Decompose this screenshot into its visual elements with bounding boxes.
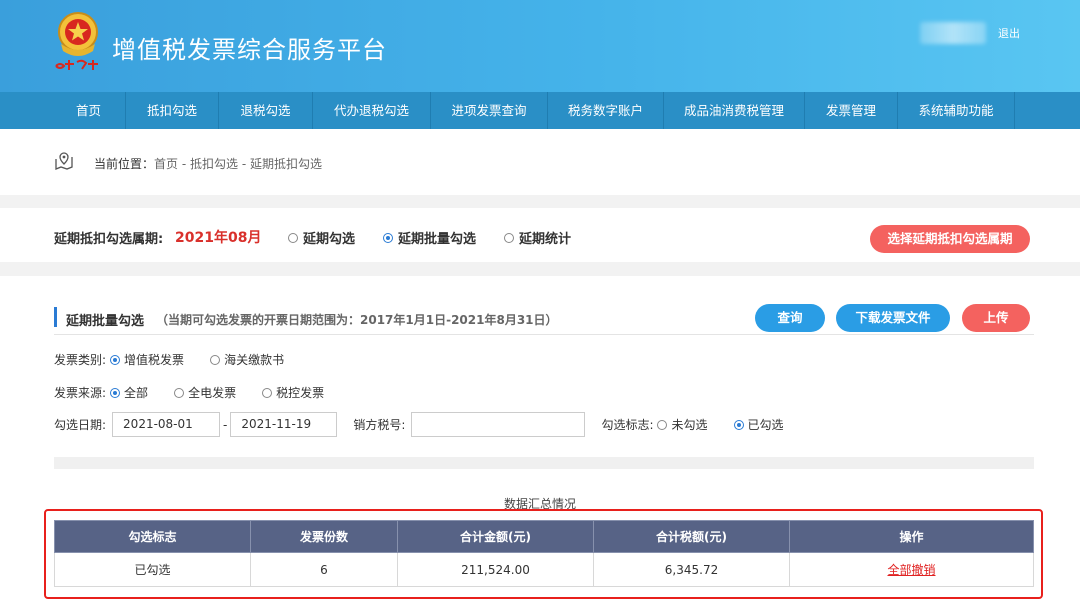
nav-item-input-invoice-query[interactable]: 进项发票查询 — [430, 92, 547, 129]
separator-band — [54, 457, 1034, 469]
radio-button[interactable] — [504, 232, 514, 243]
radio-button[interactable] — [288, 232, 298, 243]
header: 增值税发票综合服务平台 退出 — [0, 0, 1080, 92]
option-label: 海关缴款书 — [224, 353, 285, 367]
breadcrumb-home[interactable]: 首页 — [154, 157, 178, 171]
table-header-row: 勾选标志 发票份数 合计金额(元) 合计税额(元) 操作 — [54, 520, 1034, 553]
column-header: 合计金额(元) — [397, 520, 594, 553]
nav-item-system-tools[interactable]: 系统辅助功能 — [897, 92, 1015, 129]
mode-option-deferred-stats[interactable]: 延期统计 — [504, 228, 571, 247]
invoice-type-row: 发票类别: 增值税发票 海关缴款书 — [54, 351, 310, 368]
breadcrumb-prefix: 当前位置： — [94, 157, 155, 171]
period-panel: 延期抵扣勾选属期: 2021年08月 延期勾选 延期批量勾选 延期统计 选择延期… — [0, 208, 1080, 262]
cell-total-amount: 211,524.00 — [397, 552, 594, 587]
upload-button[interactable]: 上传 — [962, 304, 1030, 332]
nav-item-deduction-check[interactable]: 抵扣勾选 — [125, 92, 218, 129]
breadcrumb-current: 延期抵扣勾选 — [249, 157, 322, 171]
mode-option-deferred-check[interactable]: 延期勾选 — [288, 228, 355, 247]
invoice-source-tax-control[interactable]: 税控发票 — [262, 384, 324, 401]
radio-button-selected[interactable] — [383, 232, 393, 243]
mode-label: 延期批量勾选 — [398, 232, 477, 247]
nav-item-invoice-management[interactable]: 发票管理 — [804, 92, 897, 129]
cell-total-tax: 6,345.72 — [593, 552, 790, 587]
breadcrumb: 当前位置：首页 - 抵扣勾选 - 延期抵扣勾选 — [94, 155, 322, 172]
check-flag-label: 勾选标志: — [601, 418, 654, 432]
start-date-input[interactable]: 2021-08-01 — [112, 412, 221, 437]
nav-item-agent-refund-check[interactable]: 代办退税勾选 — [312, 92, 430, 129]
invoice-source-row: 发票来源: 全部 全电发票 税控发票 — [54, 384, 350, 401]
invoice-type-customs[interactable]: 海关缴款书 — [210, 351, 284, 368]
user-name-blurred — [920, 22, 986, 44]
period-label: 延期抵扣勾选属期: — [54, 232, 164, 247]
seller-tax-input[interactable] — [411, 412, 586, 437]
summary-table: 勾选标志 发票份数 合计金额(元) 合计税额(元) 操作 已勾选 6 211,5… — [54, 520, 1034, 587]
radio-button-selected[interactable] — [110, 387, 121, 398]
option-label: 全部 — [124, 386, 149, 400]
table-row: 已勾选 6 211,524.00 6,345.72 全部撤销 — [54, 552, 1034, 587]
batch-check-panel: 延期批量勾选 （当期可勾选发票的开票日期范围为：2017年1月1日-2021年8… — [0, 276, 1080, 606]
column-header: 操作 — [789, 520, 1034, 553]
cell-action: 全部撤销 — [789, 552, 1034, 587]
nav-item-home[interactable]: 首页 — [52, 92, 125, 129]
option-label: 已勾选 — [747, 418, 784, 432]
nav-item-oil-tax[interactable]: 成品油消费税管理 — [663, 92, 804, 129]
column-header: 发票份数 — [250, 520, 398, 553]
location-map-icon — [55, 152, 73, 170]
revoke-all-link[interactable]: 全部撤销 — [887, 563, 935, 577]
breadcrumb-separator: - — [238, 157, 250, 171]
download-invoice-file-button[interactable]: 下载发票文件 — [836, 304, 950, 332]
check-date-label: 勾选日期: — [54, 418, 107, 432]
cell-check-flag: 已勾选 — [54, 552, 251, 587]
option-label: 税控发票 — [276, 386, 325, 400]
select-period-button[interactable]: 选择延期抵扣勾选属期 — [870, 225, 1030, 253]
radio-button-selected[interactable] — [110, 354, 121, 365]
radio-button[interactable] — [262, 387, 273, 398]
invoice-source-all[interactable]: 全部 — [110, 384, 148, 401]
tax-emblem-logo — [55, 12, 98, 70]
breadcrumb-panel: 当前位置：首页 - 抵扣勾选 - 延期抵扣勾选 — [0, 129, 1080, 195]
invoice-type-vat[interactable]: 增值税发票 — [110, 351, 184, 368]
period-value: 2021年08月 — [175, 230, 262, 246]
check-flag-checked[interactable]: 已勾选 — [733, 416, 784, 433]
column-header: 合计税额(元) — [593, 520, 790, 553]
query-button[interactable]: 查询 — [755, 304, 825, 332]
radio-button-selected[interactable] — [733, 419, 744, 430]
section-date-range-note: （当期可勾选发票的开票日期范围为：2017年1月1日-2021年8月31日） — [156, 313, 558, 327]
logout-link[interactable]: 退出 — [998, 25, 1020, 41]
cell-invoice-count: 6 — [250, 552, 398, 587]
seller-tax-label: 销方税号: — [353, 418, 406, 432]
main-nav: 首页 抵扣勾选 退税勾选 代办退税勾选 进项发票查询 税务数字账户 成品油消费税… — [0, 92, 1080, 129]
filter-row: 勾选日期: 2021-08-01 - 2021-11-19 销方税号: 勾选标志… — [54, 412, 810, 437]
mode-label: 延期勾选 — [303, 232, 356, 247]
nav-item-refund-check[interactable]: 退税勾选 — [218, 92, 312, 129]
invoice-type-label: 发票类别: — [54, 353, 107, 367]
section-title: 延期批量勾选 — [66, 314, 145, 329]
check-flag-unchecked[interactable]: 未勾选 — [657, 416, 708, 433]
option-label: 增值税发票 — [124, 353, 185, 367]
site-title: 增值税发票综合服务平台 — [112, 36, 387, 64]
date-range-dash: - — [223, 417, 228, 432]
radio-button[interactable] — [210, 354, 221, 365]
section-divider — [54, 334, 1034, 335]
invoice-source-e-invoice[interactable]: 全电发票 — [174, 384, 236, 401]
end-date-input[interactable]: 2021-11-19 — [230, 412, 338, 437]
nav-item-digital-account[interactable]: 税务数字账户 — [547, 92, 663, 129]
column-header: 勾选标志 — [54, 520, 251, 553]
section-accent-bar — [54, 307, 57, 327]
breadcrumb-separator: - — [178, 157, 190, 171]
breadcrumb-deduction-check[interactable]: 抵扣勾选 — [190, 157, 238, 171]
option-label: 未勾选 — [671, 418, 708, 432]
invoice-source-label: 发票来源: — [54, 386, 107, 400]
mode-option-deferred-batch-check[interactable]: 延期批量勾选 — [383, 228, 476, 247]
radio-button[interactable] — [174, 387, 185, 398]
mode-label: 延期统计 — [519, 232, 572, 247]
option-label: 全电发票 — [188, 386, 237, 400]
radio-button[interactable] — [657, 419, 668, 430]
